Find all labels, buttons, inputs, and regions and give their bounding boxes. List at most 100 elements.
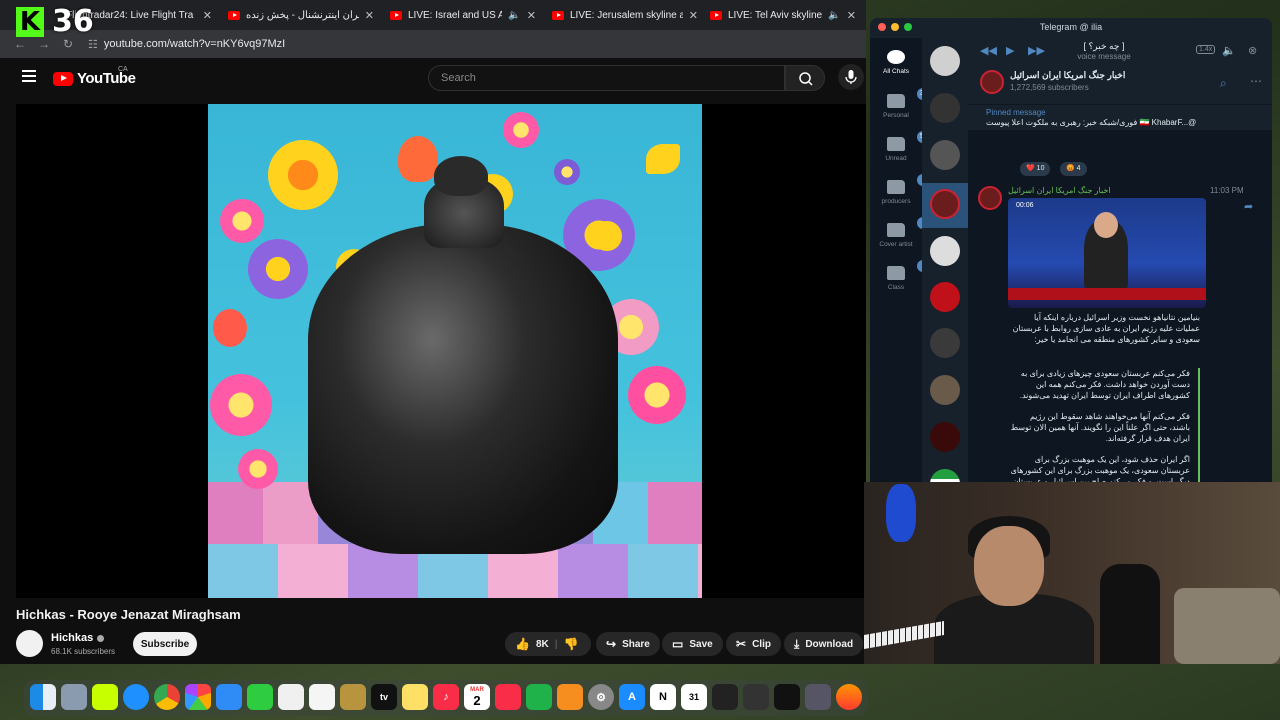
- chat-avatar[interactable]: [930, 375, 960, 405]
- dislike-icon[interactable]: 👎: [564, 637, 579, 651]
- facetime-icon[interactable]: [247, 684, 273, 710]
- calendar2-icon[interactable]: 31: [681, 684, 707, 710]
- chat-avatar[interactable]: [930, 422, 960, 452]
- more-icon[interactable]: ⋯: [1250, 74, 1262, 88]
- tab-iran-international[interactable]: ایران اینترنشنال - پخش زنده - ube ✕: [222, 3, 380, 27]
- search-input[interactable]: Search: [428, 65, 785, 91]
- back-icon[interactable]: ←: [8, 37, 32, 51]
- chat-avatar[interactable]: [930, 46, 960, 76]
- speaker-icon[interactable]: 🔈: [508, 10, 520, 21]
- notes-icon[interactable]: [340, 684, 366, 710]
- play-icon[interactable]: ▶: [1006, 44, 1014, 57]
- folder-all-chats[interactable]: All Chats: [870, 50, 922, 75]
- appletv-icon[interactable]: tv: [371, 684, 397, 710]
- forward-icon[interactable]: ➦: [1244, 200, 1253, 213]
- minimize-window-icon[interactable]: [891, 23, 899, 31]
- like-count[interactable]: 8K: [536, 639, 549, 650]
- video-message-thumbnail[interactable]: 00:06: [1008, 198, 1206, 308]
- close-window-icon[interactable]: [878, 23, 886, 31]
- like-icon[interactable]: 👍: [515, 637, 530, 651]
- message-sender[interactable]: اخبار جنگ امریکا ایران اسرائیل: [1008, 186, 1111, 195]
- reaction-angry[interactable]: 😡 4: [1060, 162, 1087, 176]
- reaction-heart[interactable]: ❤️ 10: [1020, 162, 1051, 176]
- notion-icon[interactable]: N: [650, 684, 676, 710]
- capcut-icon[interactable]: [774, 684, 800, 710]
- channel-name-link[interactable]: Hichkas: [51, 632, 105, 644]
- reload-icon[interactable]: ↻: [56, 37, 80, 51]
- close-tab-icon[interactable]: ✕: [847, 9, 856, 22]
- share-button[interactable]: ↪ Share: [596, 632, 660, 656]
- launchpad-icon[interactable]: [61, 684, 87, 710]
- firefox-icon[interactable]: [836, 684, 862, 710]
- voice-search-button[interactable]: [838, 64, 864, 90]
- finder-icon[interactable]: [30, 684, 56, 710]
- robinhood-icon[interactable]: [92, 684, 118, 710]
- music-icon[interactable]: ♪: [433, 684, 459, 710]
- telegram-titlebar: Telegram @ ilia: [870, 18, 1272, 38]
- notes2-icon[interactable]: [402, 684, 428, 710]
- subscribe-button[interactable]: Subscribe: [133, 632, 197, 656]
- tab-israel-us-attack[interactable]: LIVE: Israel and US Attac 🔈 ✕: [384, 3, 542, 27]
- chat-avatar[interactable]: [930, 140, 960, 170]
- menu-icon[interactable]: [22, 70, 36, 82]
- close-tab-icon[interactable]: ✕: [527, 9, 536, 22]
- pinned-message-bar[interactable]: Pinned message فوری/شبکه خبر: رهبری به م…: [968, 104, 1272, 130]
- folder-producers[interactable]: 3 producers: [870, 174, 933, 205]
- fast-forward-icon[interactable]: ▶▶: [1028, 44, 1045, 57]
- folder-icon: 1: [887, 217, 933, 237]
- close-tab-icon[interactable]: ✕: [203, 9, 212, 22]
- photos-icon[interactable]: [185, 684, 211, 710]
- quote-paragraph: فکر می‌کنم آنها می‌خواهند شاهد سقوط این …: [1010, 412, 1190, 443]
- folder-cover-artist[interactable]: 1 Cover artist: [870, 217, 933, 248]
- freeform-icon[interactable]: [309, 684, 335, 710]
- chat-avatar[interactable]: [930, 93, 960, 123]
- save-button[interactable]: ▭ Save: [662, 632, 723, 656]
- message-avatar[interactable]: [978, 186, 1002, 210]
- appstore-icon[interactable]: A: [619, 684, 645, 710]
- chat-bubbles-icon: [887, 50, 905, 64]
- instruments-icon[interactable]: [743, 684, 769, 710]
- messages-icon[interactable]: [278, 684, 304, 710]
- chat-avatar[interactable]: [930, 328, 960, 358]
- speaker-icon[interactable]: 🔈: [828, 10, 840, 21]
- site-info-icon[interactable]: ☷: [88, 38, 98, 51]
- video-player[interactable]: [16, 104, 866, 598]
- search-button[interactable]: [785, 65, 825, 91]
- news-icon[interactable]: [495, 684, 521, 710]
- tab-jerusalem-skyline[interactable]: LIVE: Jerusalem skyline as Ir ✕: [546, 3, 704, 27]
- rewind-icon[interactable]: ◀◀: [980, 44, 997, 57]
- chat-avatar[interactable]: [930, 282, 960, 312]
- numbers-icon[interactable]: [526, 684, 552, 710]
- screen-icon[interactable]: [805, 684, 831, 710]
- search-icon[interactable]: ⌕: [1220, 76, 1227, 91]
- close-tab-icon[interactable]: ✕: [365, 9, 374, 22]
- folder-unread[interactable]: 528 Unread: [870, 131, 935, 162]
- zoom-window-icon[interactable]: [904, 23, 912, 31]
- volume-icon[interactable]: 🔈: [1222, 44, 1236, 57]
- youtube-logo[interactable]: YouTube CA: [53, 66, 136, 87]
- folder-class[interactable]: 3 Class: [870, 260, 933, 291]
- folder-personal[interactable]: 394 Personal: [870, 88, 935, 119]
- conversation-pane: ◀◀ ▶ ▶▶ [ چه خبر؟ ] voice message 1.4x 🔈…: [968, 38, 1272, 482]
- logic-icon[interactable]: [712, 684, 738, 710]
- url-field[interactable]: ☷ youtube.com/watch?v=nKY6vq97MzI: [88, 38, 285, 51]
- channel-avatar[interactable]: [16, 630, 43, 657]
- pages-icon[interactable]: [557, 684, 583, 710]
- playback-speed[interactable]: 1.4x: [1196, 45, 1216, 54]
- clip-button[interactable]: ✂ Clip: [726, 632, 781, 656]
- channel-header[interactable]: اخبار جنگ امریکا ایران اسرائیل 1,272,569…: [968, 64, 1272, 104]
- download-button[interactable]: ⤓ Download: [784, 632, 864, 656]
- settings-icon[interactable]: ⚙: [588, 684, 614, 710]
- chat-avatar[interactable]: [930, 189, 960, 219]
- close-player-icon[interactable]: ⊗: [1248, 44, 1257, 57]
- chrome-icon[interactable]: [154, 684, 180, 710]
- chat-avatar[interactable]: [930, 236, 960, 266]
- close-tab-icon[interactable]: ✕: [689, 9, 698, 22]
- forward-icon[interactable]: →: [32, 37, 56, 51]
- chat-avatar[interactable]: [930, 469, 960, 482]
- tab-tel-aviv-skyline[interactable]: LIVE: Tel Aviv skyline as I 🔈 ✕: [704, 3, 862, 27]
- country-code: CA: [118, 66, 128, 73]
- mail-icon[interactable]: [216, 684, 242, 710]
- calendar-icon[interactable]: MAR 2: [464, 684, 490, 710]
- safari-icon[interactable]: [123, 684, 149, 710]
